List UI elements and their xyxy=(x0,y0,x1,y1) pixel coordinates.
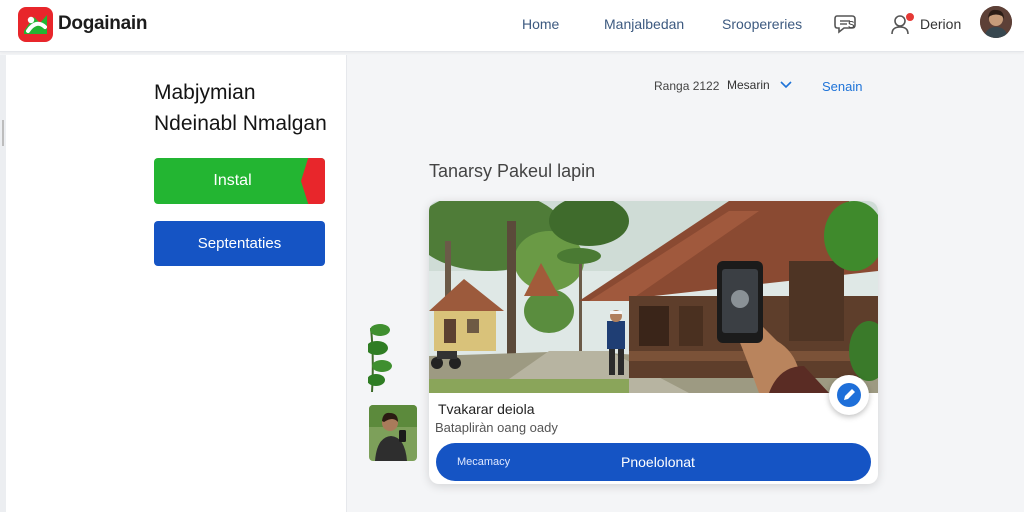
brand-name: Dogainain xyxy=(58,13,148,34)
filter-range: Ranga 2122 xyxy=(654,79,720,93)
left-title-line-2: Ndeinabl Nmalgan xyxy=(154,112,327,135)
card-action-secondary-label: Mecamacy xyxy=(457,456,511,468)
chat-count: s xyxy=(848,16,855,31)
plant-thumbnail xyxy=(368,324,392,392)
search-link[interactable]: Senain xyxy=(822,79,862,94)
card-action-label: Pnoelolonat xyxy=(621,454,695,470)
avatar[interactable] xyxy=(980,6,1012,38)
install-button-label: Instal xyxy=(213,172,252,189)
design-link[interactable]: Derion xyxy=(920,16,961,32)
section-title: Tanarsy Pakeul lapin xyxy=(429,161,596,181)
top-navigation-bar: Dogainain Home Manjalbedan Sroopereries … xyxy=(0,0,1024,52)
filter-select[interactable]: Mesarin xyxy=(727,78,792,92)
nav-home[interactable]: Home xyxy=(522,16,559,32)
nav-sroopereries[interactable]: Sroopereries xyxy=(722,16,802,32)
content-card: Tvakarar deiola Batapliràn oang oady Mec… xyxy=(429,201,878,484)
secondary-button[interactable]: Septentaties xyxy=(154,221,325,266)
edit-fab-button[interactable] xyxy=(829,375,869,415)
notification-badge xyxy=(905,12,915,22)
install-button-accent xyxy=(301,158,325,204)
left-panel: Mabjymian Ndeinabl Nmalgan Instal Septen… xyxy=(6,55,347,512)
filter-select-value: Mesarin xyxy=(727,78,770,92)
scrollbar[interactable] xyxy=(2,120,4,146)
edit-icon xyxy=(837,383,861,407)
left-title-line-1: Mabjymian xyxy=(154,81,256,104)
person-thumbnail[interactable] xyxy=(369,405,417,461)
card-subtitle: Batapliràn oang oady xyxy=(435,420,558,435)
card-action-button[interactable]: Mecamacy Pnoelolonat xyxy=(436,443,871,481)
nav-manjalbedan[interactable]: Manjalbedan xyxy=(604,16,684,32)
card-title: Tvakarar deiola xyxy=(438,401,535,417)
left-title: Mabjymian Ndeinabl Nmalgan xyxy=(154,77,327,139)
village-photo xyxy=(429,201,878,393)
chat-icon[interactable] xyxy=(834,12,860,36)
app-logo-icon[interactable] xyxy=(18,7,53,42)
chevron-down-icon xyxy=(780,81,792,89)
install-button[interactable]: Instal xyxy=(154,158,325,204)
